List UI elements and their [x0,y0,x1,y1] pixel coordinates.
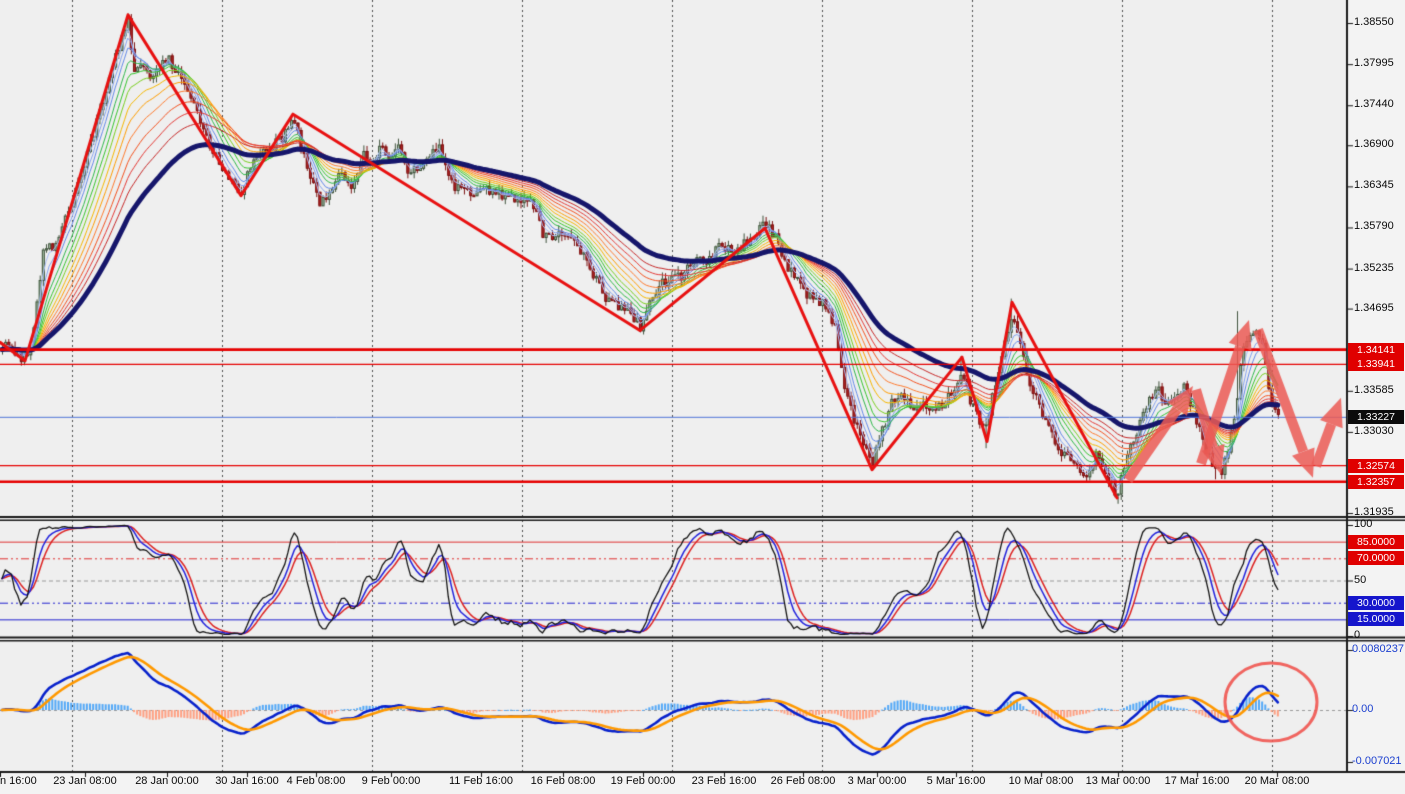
chart-canvas[interactable] [0,0,1405,794]
trading-chart-window: 1.385501.379951.374401.369001.363451.357… [0,0,1405,794]
